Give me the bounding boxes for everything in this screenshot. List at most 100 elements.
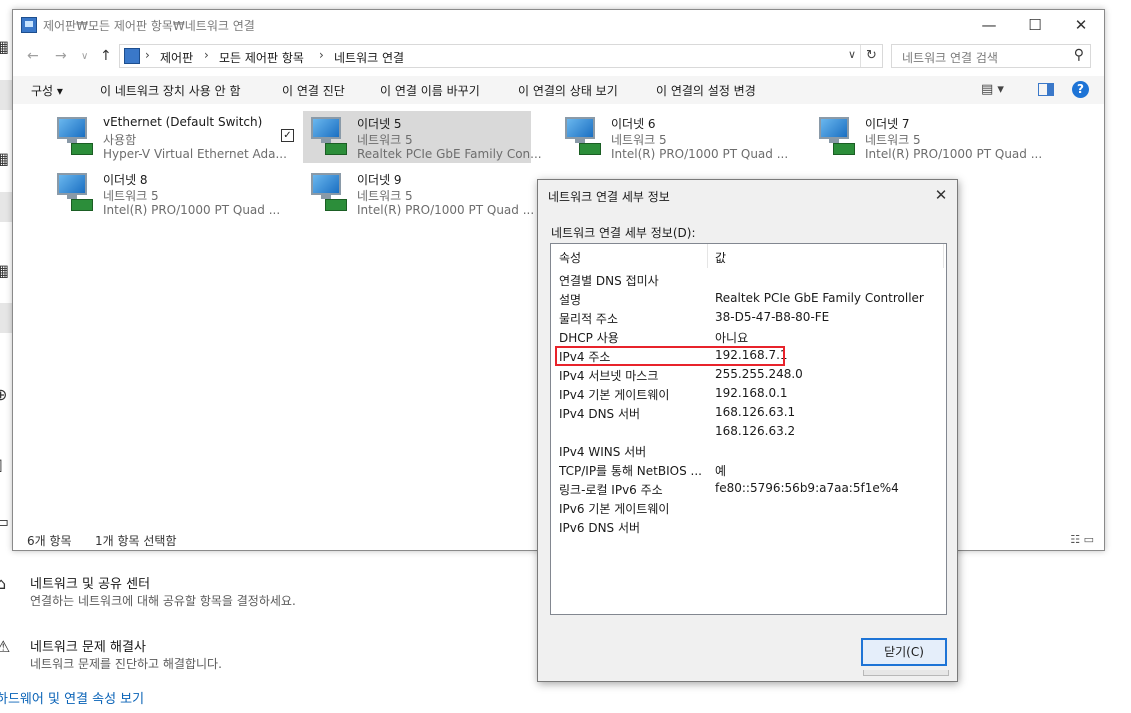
title-bar[interactable]: 제어판₩모든 제어판 항목₩네트워크 연결 — ☐ ✕ (13, 10, 1104, 40)
breadcrumb-separator[interactable]: › (204, 48, 209, 62)
value-cell: fe80::5796:56b9:a7aa:5f1e%4 (715, 481, 899, 495)
recent-locations-button[interactable]: ∨ (81, 51, 88, 62)
button-shadow (863, 670, 949, 676)
table-row[interactable]: 설명 Realtek PCIe GbE Family Controller (551, 289, 946, 308)
value-cell: 예 (715, 464, 727, 478)
layout-toggle-icons[interactable]: ☷ ▭ (1070, 533, 1094, 546)
value-cell: 38-D5-47-B8-80-FE (715, 310, 830, 324)
property-cell: IPv6 기본 게이트웨이 (559, 502, 670, 516)
connection-status: 네트워크 5 (357, 133, 413, 147)
connection-item-selected[interactable]: ✓ 이더넷 5 네트워크 5 Realtek PCIe GbE Family C… (281, 111, 542, 163)
minimize-button[interactable]: — (966, 10, 1012, 40)
connection-status: 네트워크 5 (865, 133, 921, 147)
maximize-button[interactable]: ☐ (1012, 10, 1058, 40)
view-status-button[interactable]: 이 연결의 상태 보기 (518, 82, 618, 99)
table-row[interactable]: 링크-로컬 IPv6 주소 fe80::5796:56b9:a7aa:5f1e%4 (551, 479, 946, 498)
table-row[interactable]: IPv4 서브넷 마스크 255.255.248.0 (551, 365, 946, 384)
sidebar-strip (0, 303, 12, 333)
breadcrumb-control-panel[interactable]: 제어판 (160, 49, 193, 66)
network-adapter-icon: ▦ (0, 149, 10, 168)
rename-button[interactable]: 이 연결 이름 바꾸기 (380, 82, 480, 99)
dialog-close-icon[interactable]: ✕ (925, 180, 957, 210)
change-settings-button[interactable]: 이 연결의 설정 변경 (656, 82, 756, 99)
disable-device-button[interactable]: 이 네트워크 장치 사용 안 함 (100, 82, 241, 99)
hardware-properties-link[interactable]: 하드웨어 및 연결 속성 보기 (0, 688, 144, 707)
address-dropdown-button[interactable]: ∨ (848, 48, 856, 61)
control-panel-icon (124, 48, 140, 64)
column-divider[interactable] (707, 244, 708, 268)
window-title: 제어판₩모든 제어판 항목₩네트워크 연결 (43, 19, 255, 33)
network-adapter-icon: ▦ (0, 261, 10, 280)
sidebar-strip (0, 192, 12, 222)
breadcrumb-network-connections[interactable]: 네트워크 연결 (334, 49, 404, 66)
table-row[interactable]: IPv6 기본 게이트웨이 (551, 498, 946, 517)
monitor-icon: ▭ (0, 512, 10, 531)
table-row[interactable]: 연결별 DNS 접미사 (551, 270, 946, 289)
connection-name: 이더넷 7 (865, 117, 910, 131)
ethernet-adapter-icon (815, 115, 855, 157)
connection-device: Realtek PCIe GbE Family Con... (357, 147, 542, 161)
breadcrumb-separator[interactable]: › (145, 48, 150, 62)
details-list[interactable]: 속성 값 연결별 DNS 접미사 설명 Realtek PCIe GbE Famil… (550, 243, 947, 615)
back-button[interactable]: ← (27, 48, 39, 64)
help-icon[interactable]: ? (1072, 81, 1089, 98)
table-row[interactable]: 168.126.63.2 (551, 422, 946, 441)
table-row[interactable]: IPv6 DNS 서버 (551, 517, 946, 536)
table-row[interactable]: 물리적 주소 38-D5-47-B8-80-FE (551, 308, 946, 327)
troubleshooter-title[interactable]: 네트워크 문제 해결사 (30, 636, 146, 655)
table-row[interactable]: IPv4 기본 게이트웨이 192.168.0.1 (551, 384, 946, 403)
property-cell: DHCP 사용 (559, 331, 619, 345)
table-row[interactable]: IPv4 DNS 서버 168.126.63.1 (551, 403, 946, 422)
connection-item[interactable]: 이더넷 8 네트워크 5 Intel(R) PRO/1000 PT Quad .… (49, 167, 299, 219)
diagnose-button[interactable]: 이 연결 진단 (282, 82, 345, 99)
value-cell: 192.168.0.1 (715, 386, 788, 400)
selection-checkbox[interactable]: ✓ (281, 129, 294, 142)
connection-details-dialog: 네트워크 연결 세부 정보 ✕ 네트워크 연결 세부 정보(D): 속성 값 연… (537, 179, 958, 682)
column-header-value[interactable]: 값 (715, 249, 726, 266)
table-row[interactable]: DHCP 사용 아니요 (551, 327, 946, 346)
value-cell: 아니요 (715, 331, 749, 345)
dialog-title: 네트워크 연결 세부 정보 (548, 190, 670, 204)
connection-name: 이더넷 9 (357, 173, 402, 187)
property-cell: 링크-로컬 IPv6 주소 (559, 483, 663, 497)
connection-name: vEthernet (Default Switch) (103, 115, 263, 129)
organize-menu[interactable]: 구성 ▾ (31, 82, 63, 99)
property-cell: IPv4 WINS 서버 (559, 445, 647, 459)
search-input[interactable]: 네트워크 연결 검색 ⚲ (891, 44, 1091, 68)
address-bar[interactable]: › 제어판 › 모든 제어판 항목 › 네트워크 연결 ∨ ↻ (119, 44, 883, 68)
ethernet-adapter-icon (307, 115, 347, 157)
column-divider[interactable] (943, 244, 944, 268)
connection-item[interactable]: 이더넷 9 네트워크 5 Intel(R) PRO/1000 PT Quad .… (303, 167, 553, 219)
up-button[interactable]: ↑ (100, 48, 112, 64)
preview-pane-icon[interactable] (1038, 83, 1054, 96)
ethernet-adapter-icon (53, 171, 93, 213)
command-bar: 구성 ▾ 이 네트워크 장치 사용 안 함 이 연결 진단 이 연결 이름 바꾸… (13, 76, 1104, 104)
network-adapter-icon: ▦ (0, 37, 10, 56)
search-icon[interactable]: ⚲ (1074, 47, 1084, 63)
table-row[interactable]: IPv4 WINS 서버 (551, 441, 946, 460)
breadcrumb-all-items[interactable]: 모든 제어판 항목 (219, 49, 304, 66)
sharing-center-subtitle: 연결하는 네트워크에 대해 공유할 항목을 결정하세요. (30, 594, 296, 608)
column-header-property[interactable]: 속성 (559, 249, 581, 266)
refresh-button[interactable]: ↻ (860, 45, 882, 67)
status-icon: ▯ (0, 456, 12, 474)
network-sharing-icon: ⌂ (0, 574, 7, 593)
close-dialog-button[interactable]: 닫기(C) (861, 638, 947, 666)
forward-button[interactable]: → (55, 48, 67, 64)
close-button[interactable]: ✕ (1058, 10, 1104, 40)
sharing-center-title[interactable]: 네트워크 및 공유 센터 (30, 573, 150, 592)
connection-name: 이더넷 6 (611, 117, 656, 131)
property-cell: TCP/IP를 통해 NetBIOS ... (559, 464, 702, 478)
selected-count: 1개 항목 선택함 (95, 534, 177, 548)
connection-item[interactable]: 이더넷 7 네트워크 5 Intel(R) PRO/1000 PT Quad .… (811, 111, 1061, 163)
connection-name: 이더넷 8 (103, 173, 148, 187)
connection-item[interactable]: vEthernet (Default Switch) 사용함 Hyper-V V… (49, 111, 299, 163)
breadcrumb-separator[interactable]: › (319, 48, 324, 62)
connection-status: 네트워크 5 (611, 133, 667, 147)
connection-item[interactable]: 이더넷 6 네트워크 5 Intel(R) PRO/1000 PT Quad .… (557, 111, 807, 163)
value-cell: Realtek PCIe GbE Family Controller (715, 291, 924, 305)
table-row[interactable]: TCP/IP를 통해 NetBIOS ... 예 (551, 460, 946, 479)
property-cell: 연결별 DNS 접미사 (559, 274, 659, 288)
control-panel-icon (21, 17, 37, 33)
view-options-button[interactable]: ▤ ▾ (981, 82, 1004, 97)
